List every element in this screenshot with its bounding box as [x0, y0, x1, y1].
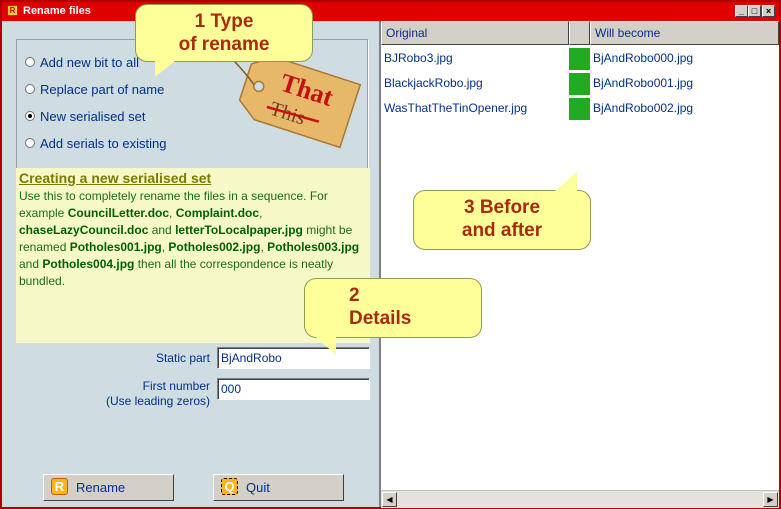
radio-dot[interactable] — [25, 84, 35, 94]
list-item[interactable]: BlackjackRobo.jpg BjAndRobo001.jpg — [381, 71, 779, 95]
quit-button[interactable]: Q Quit — [213, 474, 344, 501]
close-button[interactable]: × — [762, 5, 775, 17]
static-part-label: Static part — [155, 351, 210, 365]
list-item[interactable]: WasThatTheTinOpener.jpg BjAndRobo002.jpg — [381, 96, 779, 120]
first-number-label: First number (Use leading zeros) — [105, 379, 210, 408]
callout-tail — [316, 337, 336, 355]
callout-tail — [155, 61, 175, 77]
quit-icon: Q — [221, 478, 238, 495]
static-part-input[interactable] — [217, 347, 370, 369]
column-header-status[interactable] — [569, 21, 590, 45]
minimize-button[interactable]: _ — [735, 5, 748, 17]
radio-dot-selected[interactable] — [25, 111, 35, 121]
status-indicator — [569, 73, 590, 95]
title-bar[interactable]: R Rename files _ □ × — [2, 2, 779, 21]
rename-files-window: R Rename files _ □ × Add new bit to all … — [0, 0, 781, 509]
first-number-input[interactable] — [217, 378, 370, 400]
column-header-original[interactable]: Original — [381, 21, 569, 45]
callout-before-after: 3 Before and after — [413, 190, 591, 250]
status-indicator — [569, 48, 590, 70]
this-that-tag-image: That This — [233, 56, 362, 149]
status-indicator — [569, 98, 590, 120]
scroll-left-icon[interactable]: ◀ — [382, 492, 397, 507]
radio-dot[interactable] — [25, 138, 35, 148]
left-panel: Add new bit to all Replace part of name … — [2, 21, 379, 507]
info-title: Creating a new serialised set — [19, 170, 212, 186]
callout-tail — [555, 172, 577, 191]
window-title: Rename files — [23, 5, 91, 17]
scroll-right-icon[interactable]: ▶ — [763, 492, 778, 507]
rename-icon: R — [51, 478, 68, 495]
horizontal-scrollbar[interactable]: ◀ ▶ — [381, 490, 779, 508]
list-item[interactable]: BJRobo3.jpg BjAndRobo000.jpg — [381, 46, 779, 70]
callout-type-of-rename: 1 Type of rename — [135, 4, 313, 62]
file-list-panel: Original Will become BJRobo3.jpg BjAndRo… — [379, 21, 779, 508]
maximize-button[interactable]: □ — [748, 5, 761, 17]
app-icon: R — [7, 5, 18, 16]
info-description: Use this to completely rename the files … — [19, 189, 360, 288]
column-header-will-become[interactable]: Will become — [590, 21, 779, 45]
radio-dot[interactable] — [25, 57, 35, 67]
callout-details: 2 Details — [304, 278, 482, 338]
rename-button[interactable]: R Rename — [43, 474, 174, 501]
